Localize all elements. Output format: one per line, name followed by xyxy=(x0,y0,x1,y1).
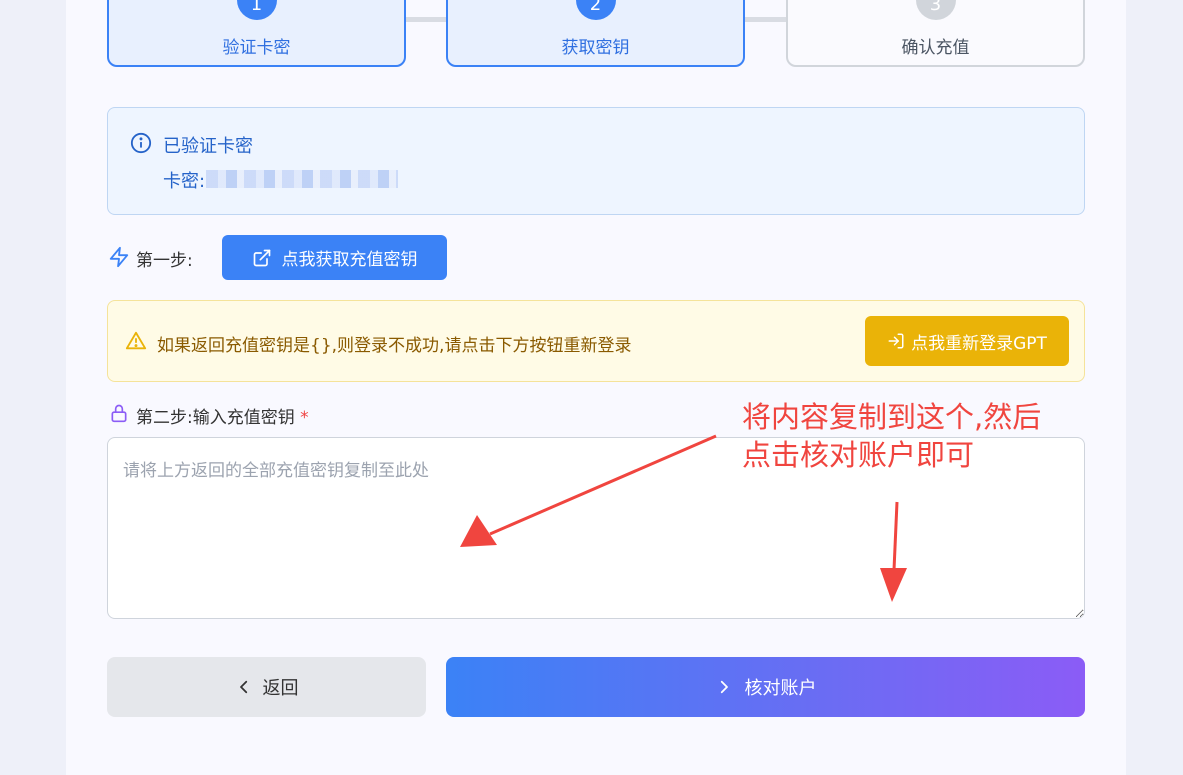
verify-account-label: 核对账户 xyxy=(744,678,817,699)
card-key-label: 卡密: xyxy=(163,171,206,192)
step-number: 1 xyxy=(236,0,277,20)
lightning-icon xyxy=(109,246,129,268)
step-connector xyxy=(744,17,787,22)
info-icon xyxy=(130,132,152,154)
warning-icon xyxy=(125,331,147,350)
blurred-card-key xyxy=(206,170,398,188)
annotation-line-2: 点击核对账户即可 xyxy=(742,438,975,472)
instruction-annotation: 将内容复制到这个,然后 点击核对账户即可 xyxy=(742,398,1041,474)
step-one-label: 第一步: xyxy=(136,251,193,271)
step-number: 2 xyxy=(575,0,616,20)
get-recharge-key-label: 点我获取充值密钥 xyxy=(281,250,418,270)
required-mark: * xyxy=(300,408,309,428)
step-get-key: 2 获取密钥 xyxy=(446,0,745,67)
verified-title: 已验证卡密 xyxy=(163,136,253,157)
warning-text: 如果返回充值密钥是{},则登录不成功,请点击下方按钮重新登录 xyxy=(157,336,632,356)
warning-box: 如果返回充值密钥是{},则登录不成功,请点击下方按钮重新登录 点我重新登录GPT xyxy=(107,300,1085,382)
step-label: 验证卡密 xyxy=(222,38,291,58)
step-connector xyxy=(405,17,447,22)
external-link-icon xyxy=(253,249,270,266)
annotation-line-1: 将内容复制到这个,然后 xyxy=(742,400,1042,434)
step-label: 获取密钥 xyxy=(561,38,630,58)
relogin-gpt-label: 点我重新登录GPT xyxy=(911,333,1047,354)
verify-account-button[interactable]: 核对账户 xyxy=(446,657,1085,717)
step-label: 确认充值 xyxy=(901,38,970,58)
get-recharge-key-button[interactable]: 点我获取充值密钥 xyxy=(222,235,447,280)
verified-card-box: 已验证卡密 卡密: xyxy=(107,107,1085,215)
step-number: 3 xyxy=(915,0,956,20)
step-two-label: 第二步:输入充值密钥 * xyxy=(136,403,309,428)
chevron-right-icon xyxy=(720,680,728,694)
back-label: 返回 xyxy=(262,678,299,699)
login-icon xyxy=(888,333,904,349)
step-two-label-text: 第二步:输入充值密钥 xyxy=(136,408,295,428)
relogin-gpt-button[interactable]: 点我重新登录GPT xyxy=(865,316,1069,366)
step-confirm-recharge: 3 确认充值 xyxy=(786,0,1085,67)
step-verify-card: 1 验证卡密 xyxy=(107,0,406,67)
back-button[interactable]: 返回 xyxy=(107,657,426,717)
lock-icon xyxy=(111,404,127,423)
chevron-left-icon xyxy=(239,680,247,694)
